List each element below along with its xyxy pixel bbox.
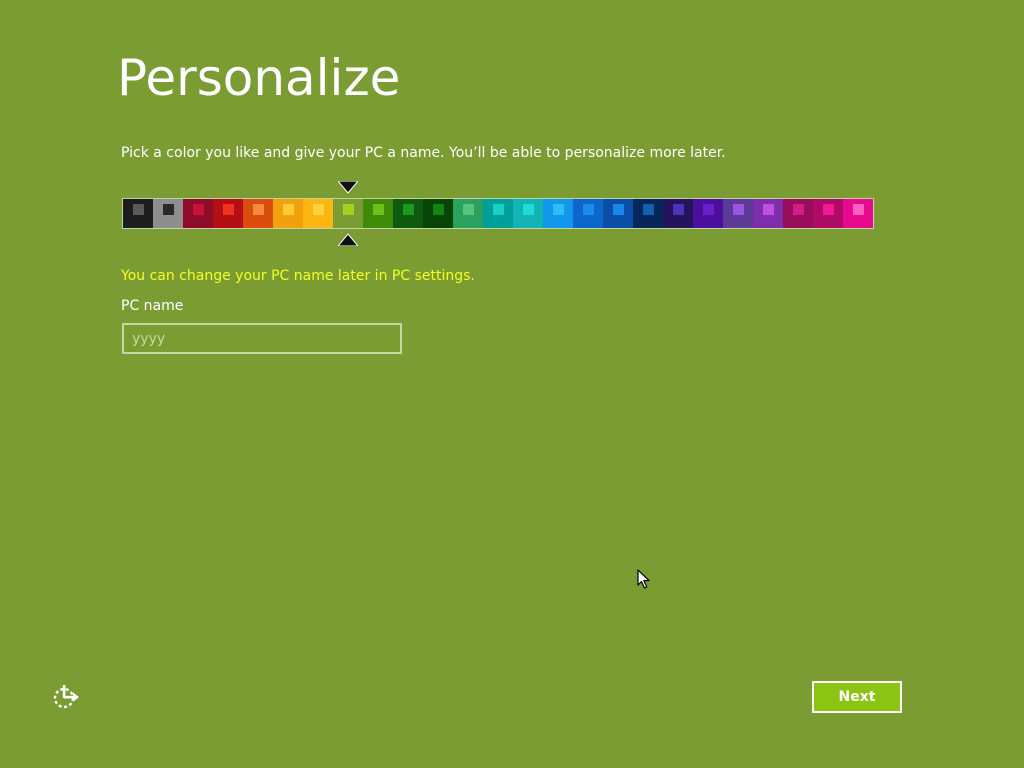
selected-color-marker-bottom <box>338 233 358 246</box>
pc-name-note: You can change your PC name later in PC … <box>121 268 475 284</box>
color-swatch[interactable] <box>393 199 423 228</box>
color-swatch[interactable] <box>693 199 723 228</box>
color-swatch[interactable] <box>843 199 873 228</box>
color-swatch[interactable] <box>153 199 183 228</box>
color-swatch-chip <box>703 204 714 215</box>
color-swatch-chip <box>133 204 144 215</box>
color-swatch-chip <box>373 204 384 215</box>
color-swatch[interactable] <box>723 199 753 228</box>
color-swatch[interactable] <box>813 199 843 228</box>
setup-screen: Personalize Pick a color you like and gi… <box>0 0 1024 768</box>
color-swatch[interactable] <box>633 199 663 228</box>
color-swatch[interactable] <box>543 199 573 228</box>
color-swatch-chip <box>493 204 504 215</box>
color-swatch[interactable] <box>753 199 783 228</box>
color-swatch-chip <box>523 204 534 215</box>
color-swatch[interactable] <box>603 199 633 228</box>
color-swatch-chip <box>403 204 414 215</box>
color-swatch[interactable] <box>303 199 333 228</box>
selected-color-marker-top <box>338 181 358 194</box>
color-swatch-chip <box>283 204 294 215</box>
color-swatch[interactable] <box>183 199 213 228</box>
color-swatch-chip <box>613 204 624 215</box>
color-swatch[interactable] <box>663 199 693 228</box>
page-title: Personalize <box>117 49 401 107</box>
color-swatch-chip <box>823 204 834 215</box>
next-button[interactable]: Next <box>812 681 902 713</box>
color-swatch-chip <box>553 204 564 215</box>
color-swatch-chip <box>193 204 204 215</box>
color-swatch[interactable] <box>513 199 543 228</box>
color-swatch-chip <box>313 204 324 215</box>
color-swatch[interactable] <box>363 199 393 228</box>
color-swatch-chip <box>583 204 594 215</box>
color-swatch[interactable] <box>453 199 483 228</box>
color-swatch-chip <box>253 204 264 215</box>
color-swatch[interactable] <box>273 199 303 228</box>
pc-name-input[interactable] <box>122 323 402 354</box>
ease-of-access-icon[interactable] <box>52 684 80 710</box>
color-swatch-chip <box>163 204 174 215</box>
color-swatch-chip <box>763 204 774 215</box>
color-swatch[interactable] <box>213 199 243 228</box>
color-swatch-chip <box>733 204 744 215</box>
mouse-cursor-icon <box>637 569 650 589</box>
pc-name-label: PC name <box>121 298 184 314</box>
color-swatch-chip <box>643 204 654 215</box>
color-swatch[interactable] <box>423 199 453 228</box>
color-picker <box>122 198 874 229</box>
page-subtitle: Pick a color you like and give your PC a… <box>121 145 726 161</box>
color-swatch-chip <box>793 204 804 215</box>
color-swatch-chip <box>223 204 234 215</box>
color-swatch-chip <box>343 204 354 215</box>
color-swatch[interactable] <box>483 199 513 228</box>
color-swatch[interactable] <box>243 199 273 228</box>
color-swatch-chip <box>853 204 864 215</box>
color-swatch-chip <box>433 204 444 215</box>
color-swatch[interactable] <box>123 199 153 228</box>
color-swatch-chip <box>463 204 474 215</box>
color-swatch[interactable] <box>783 199 813 228</box>
color-swatch[interactable] <box>573 199 603 228</box>
color-swatch-chip <box>673 204 684 215</box>
color-swatch[interactable] <box>333 199 363 228</box>
